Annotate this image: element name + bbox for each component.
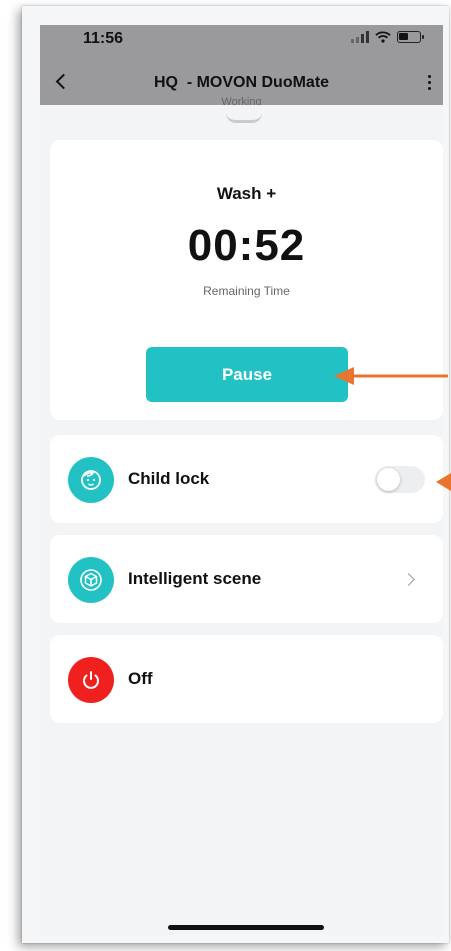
power-label: Off bbox=[128, 669, 153, 688]
power-row[interactable]: Off bbox=[50, 635, 443, 723]
child-lock-row: Child lock bbox=[50, 435, 443, 523]
toggle-knob bbox=[377, 468, 400, 491]
child-lock-toggle[interactable] bbox=[375, 466, 425, 493]
status-time: 11:56 bbox=[83, 30, 124, 47]
page-title: HQ - MOVON DuoMate bbox=[153, 74, 330, 91]
pause-button[interactable]: Pause bbox=[146, 347, 348, 402]
baby-face-icon bbox=[68, 457, 114, 503]
device-status: Working bbox=[221, 96, 262, 105]
annotation-arrow-child-lock bbox=[436, 473, 451, 491]
child-lock-label: Child lock bbox=[128, 469, 210, 488]
intelligent-scene-row[interactable]: Intelligent scene bbox=[50, 535, 443, 623]
remaining-time-label: Remaining Time bbox=[203, 284, 290, 298]
cube-icon bbox=[68, 557, 114, 603]
home-indicator bbox=[168, 925, 324, 930]
wifi-icon bbox=[375, 31, 391, 43]
status-icons bbox=[351, 31, 424, 43]
chevron-right-icon bbox=[402, 573, 415, 586]
power-icon[interactable] bbox=[68, 657, 114, 703]
signal-icon bbox=[351, 31, 369, 43]
more-icon[interactable] bbox=[428, 75, 432, 92]
top-bar: 11:56 HQ - MOVON DuoMate Working bbox=[40, 25, 443, 105]
battery-icon bbox=[397, 31, 424, 43]
remaining-time: 00:52 bbox=[187, 221, 306, 270]
phone-screen: 11:56 HQ - MOVON DuoMate Working Wash + … bbox=[40, 25, 443, 935]
program-mode: Wash + bbox=[216, 184, 277, 203]
annotation-arrow-pause bbox=[334, 367, 448, 385]
intelligent-scene-label: Intelligent scene bbox=[128, 569, 262, 588]
collapse-handle[interactable] bbox=[226, 113, 262, 123]
